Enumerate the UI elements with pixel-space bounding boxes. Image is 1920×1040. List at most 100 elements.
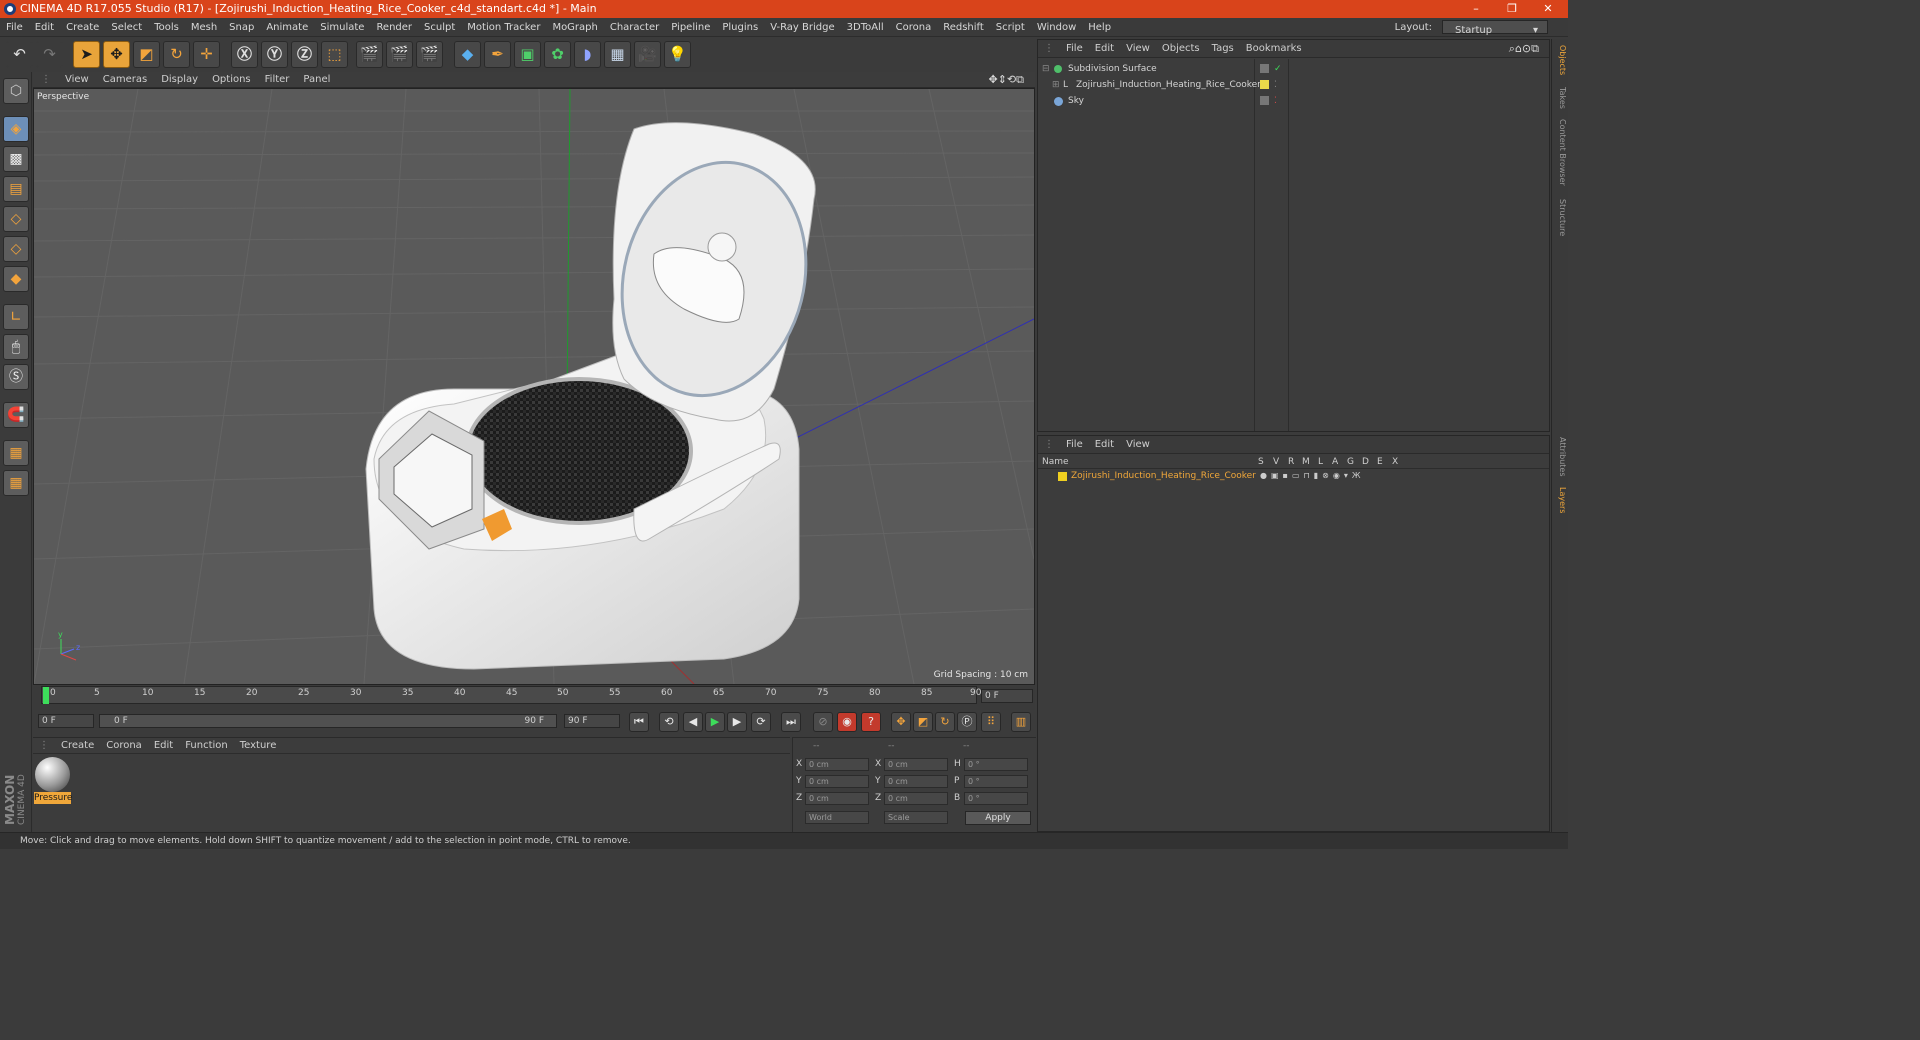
layer-col-view[interactable]: V: [1273, 455, 1279, 469]
auto-keying-button[interactable]: ◉: [837, 712, 857, 732]
material-menu-texture[interactable]: Texture: [234, 738, 283, 754]
layer-col-manager[interactable]: M: [1302, 455, 1310, 469]
viewport-menu-filter[interactable]: Filter: [258, 72, 297, 88]
polygons-mode-button[interactable]: ◆: [3, 266, 29, 292]
layer-col-solo[interactable]: S: [1258, 455, 1264, 469]
render-picture-viewer-button[interactable]: 🎬: [386, 41, 413, 68]
menu-pipeline[interactable]: Pipeline: [665, 18, 716, 37]
end-frame-field[interactable]: 90 F: [564, 714, 620, 728]
position-y-field[interactable]: 0 cm: [805, 775, 869, 788]
rotate-tool-button[interactable]: ↻: [163, 41, 190, 68]
undo-button[interactable]: ↶: [6, 41, 33, 68]
layer-col-deformers[interactable]: D: [1362, 455, 1369, 469]
collapse-icon[interactable]: ⊟: [1042, 61, 1050, 77]
menu-create[interactable]: Create: [60, 18, 105, 37]
deformer-button[interactable]: ◗: [574, 41, 601, 68]
layer-col-name[interactable]: Name: [1042, 455, 1069, 469]
layout-select[interactable]: Startup ▾: [1442, 20, 1548, 36]
layer-color-swatch[interactable]: [1058, 472, 1067, 481]
size-mode-select[interactable]: Scale: [884, 811, 948, 824]
tab-structure[interactable]: Structure: [1554, 199, 1567, 236]
visibility-dots-icon[interactable]: ⁚: [1274, 93, 1277, 109]
redo-button[interactable]: ↷: [36, 41, 63, 68]
layer-toggle-icons[interactable]: ●▣▪▭⊓▮⊗◉▾Ж: [1260, 468, 1364, 484]
viewport-nav-icons[interactable]: ✥⇕⟲⧉: [981, 72, 1031, 88]
preview-range-slider[interactable]: 0 F 90 F: [99, 714, 557, 728]
material-menu-edit[interactable]: Edit: [148, 738, 179, 754]
workplane-mode-button[interactable]: ▤: [3, 176, 29, 202]
axis-mode-button[interactable]: ∟: [3, 304, 29, 330]
menu-motion-tracker[interactable]: Motion Tracker: [461, 18, 546, 37]
material-menu-corona[interactable]: Corona: [100, 738, 148, 754]
layer-tag-icon[interactable]: [1260, 64, 1269, 73]
layer-col-generators[interactable]: G: [1347, 455, 1354, 469]
menu-corona[interactable]: Corona: [890, 18, 938, 37]
material-menu-create[interactable]: Create: [55, 738, 100, 754]
layer-menu-file[interactable]: File: [1060, 436, 1089, 454]
tab-attributes[interactable]: Attributes: [1554, 437, 1567, 477]
go-to-end-button[interactable]: ⏭: [781, 712, 801, 732]
next-key-button[interactable]: ⟳: [751, 712, 771, 732]
x-axis-button[interactable]: Ⓧ: [231, 41, 258, 68]
layer-tag-icon[interactable]: [1260, 96, 1269, 105]
scale-tool-button[interactable]: ◩: [133, 41, 160, 68]
y-axis-button[interactable]: Ⓨ: [261, 41, 288, 68]
menu-tools[interactable]: Tools: [148, 18, 185, 37]
material-preview-sphere[interactable]: [35, 757, 70, 792]
visibility-dots-icon[interactable]: ⁚: [1274, 77, 1277, 93]
points-mode-button[interactable]: ◇: [3, 206, 29, 232]
object-row[interactable]: ⊞ L Zojirushi_Induction_Heating_Rice_Coo…: [1038, 77, 1549, 93]
layer-col-xref[interactable]: X: [1392, 455, 1398, 469]
rotation-h-field[interactable]: 0 °: [964, 758, 1028, 771]
floor-object-button[interactable]: ▦: [604, 41, 631, 68]
start-frame-field[interactable]: 0 F: [38, 714, 94, 728]
menu-redshift[interactable]: Redshift: [937, 18, 990, 37]
workplane-align-button[interactable]: ▦: [3, 470, 29, 496]
mograph-cloner-button[interactable]: ✿: [544, 41, 571, 68]
layer-col-locked[interactable]: L: [1318, 455, 1323, 469]
menu-mesh[interactable]: Mesh: [185, 18, 223, 37]
move-tool-button[interactable]: ✥: [103, 41, 130, 68]
live-selection-button[interactable]: ➤: [73, 41, 100, 68]
tab-objects[interactable]: Objects: [1554, 45, 1567, 75]
object-menu-bookmarks[interactable]: Bookmarks: [1240, 40, 1308, 58]
current-frame-field[interactable]: 0 F: [981, 689, 1033, 703]
expand-icon[interactable]: ⊞: [1052, 77, 1060, 93]
tab-takes[interactable]: Takes: [1554, 87, 1567, 109]
menu-character[interactable]: Character: [604, 18, 665, 37]
rotation-b-field[interactable]: 0 °: [964, 792, 1028, 805]
object-menu-view[interactable]: View: [1120, 40, 1156, 58]
object-menu-file[interactable]: File: [1060, 40, 1089, 58]
rotation-p-field[interactable]: 0 °: [964, 775, 1028, 788]
viewport-menu-view[interactable]: View: [58, 72, 96, 88]
key-parameter-button[interactable]: Ⓟ: [957, 712, 977, 732]
object-menu-edit[interactable]: Edit: [1089, 40, 1120, 58]
perspective-viewport[interactable]: y z Perspective Grid Spacing : 10 cm: [33, 88, 1035, 685]
layer-menu-edit[interactable]: Edit: [1089, 436, 1120, 454]
apply-button[interactable]: Apply: [965, 811, 1031, 825]
light-object-button[interactable]: 💡: [664, 41, 691, 68]
menu-3dtoall[interactable]: 3DToAll: [841, 18, 890, 37]
recent-tool-button[interactable]: ✛: [193, 41, 220, 68]
object-menu-tags[interactable]: Tags: [1206, 40, 1240, 58]
subdivision-surface-button[interactable]: ▣: [514, 41, 541, 68]
object-row[interactable]: ⊟ Subdivision Surface ✓: [1038, 61, 1549, 77]
menu-mograph[interactable]: MoGraph: [546, 18, 603, 37]
keyframe-selection-button[interactable]: ?: [861, 712, 881, 732]
enabled-check-icon[interactable]: ✓: [1274, 61, 1282, 77]
next-frame-button[interactable]: ▶: [727, 712, 747, 732]
z-axis-button[interactable]: Ⓩ: [291, 41, 318, 68]
minimize-button[interactable]: –: [1458, 0, 1494, 18]
menu-sculpt[interactable]: Sculpt: [418, 18, 461, 37]
texture-mode-button[interactable]: ▩: [3, 146, 29, 172]
menu-vray-bridge[interactable]: V-Ray Bridge: [764, 18, 840, 37]
layer-col-expressions[interactable]: E: [1377, 455, 1383, 469]
cube-object-button[interactable]: ◆: [454, 41, 481, 68]
menu-select[interactable]: Select: [105, 18, 148, 37]
previous-key-button[interactable]: ⟲: [659, 712, 679, 732]
snap-button[interactable]: Ⓢ: [3, 364, 29, 390]
menu-script[interactable]: Script: [990, 18, 1031, 37]
menu-file[interactable]: File: [0, 18, 29, 37]
enable-snap-button[interactable]: 🧲: [3, 402, 29, 428]
tab-content-browser[interactable]: Content Browser: [1554, 119, 1567, 186]
